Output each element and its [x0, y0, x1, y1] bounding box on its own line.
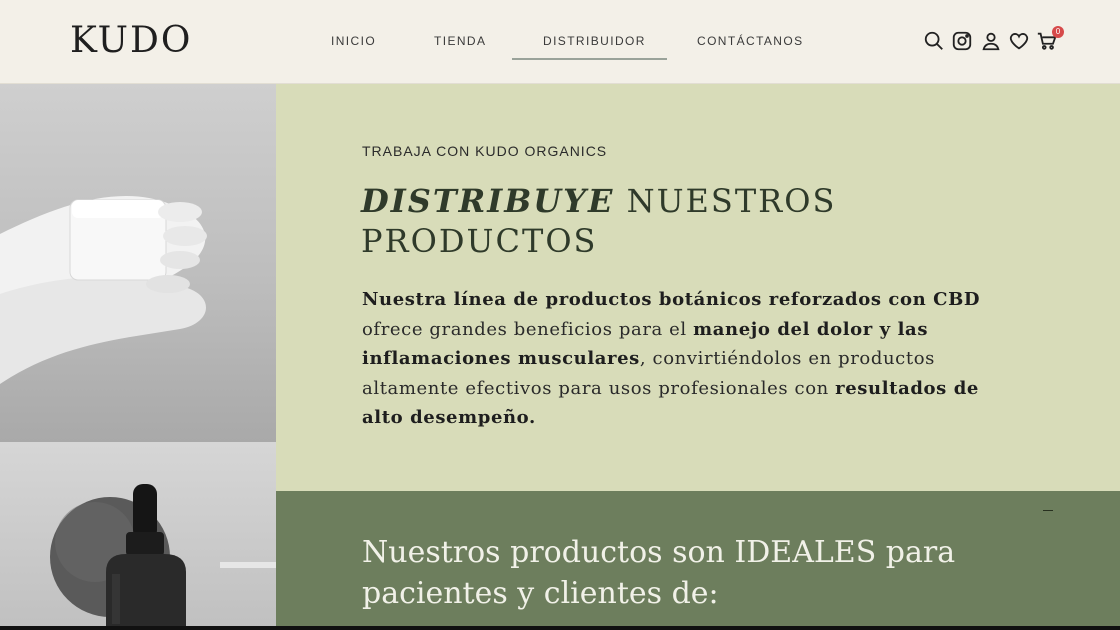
ideal-for-heading: Nuestros productos son IDEALES para paci…	[362, 535, 956, 611]
hand-holding-jar-photo	[0, 84, 276, 442]
nav-contactanos[interactable]: CONTÁCTANOS	[697, 34, 804, 48]
site-header: KUDO INICIO TIENDA DISTRIBUIDOR CONTÁCTA…	[0, 0, 1120, 84]
decorative-dash	[1043, 510, 1053, 511]
user-icon[interactable]	[980, 30, 1002, 52]
cart-count-badge: 0	[1052, 26, 1064, 38]
heart-icon[interactable]	[1008, 30, 1030, 52]
logo[interactable]: KUDO	[70, 20, 192, 61]
intro-paragraph: Nuestra línea de productos botánicos ref…	[362, 285, 1027, 433]
nav-inicio[interactable]: INICIO	[331, 34, 376, 48]
headline-emphasis: DISTRIBUYE	[361, 182, 615, 220]
intro-bold-1: Nuestra línea de productos botánicos ref…	[362, 289, 981, 310]
section-eyebrow: TRABAJA CON KUDO ORGANICS	[362, 143, 608, 159]
instagram-icon[interactable]	[951, 30, 973, 52]
dropper-bottle-photo	[0, 442, 276, 630]
nav-tienda[interactable]: TIENDA	[434, 34, 486, 48]
bottom-edge	[0, 626, 1120, 630]
search-icon[interactable]	[923, 30, 945, 52]
nav-distribuidor[interactable]: DISTRIBUIDOR	[543, 34, 646, 48]
intro-text-1: ofrece grandes beneficios para el	[362, 318, 694, 340]
active-nav-indicator	[512, 58, 667, 60]
page-headline: DISTRIBUYE NUESTROS PRODUCTOS	[361, 181, 921, 261]
